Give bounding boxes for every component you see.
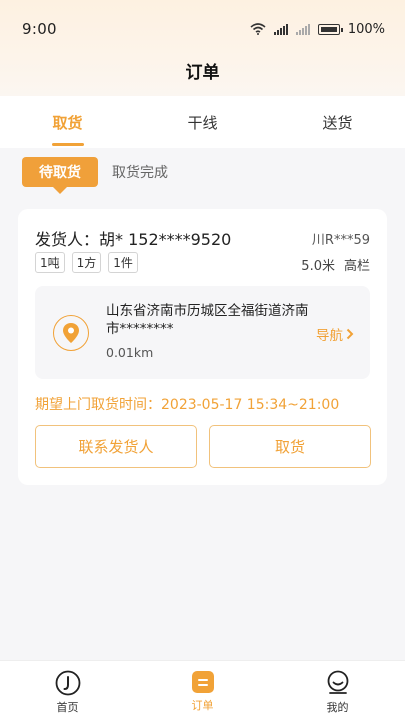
cargo-tags: 1吨 1方 1件 — [35, 252, 138, 273]
battery-icon — [317, 23, 343, 35]
page-title: 订单 — [185, 63, 220, 83]
nav-profile-label: 我的 — [326, 701, 349, 714]
status-bar: 9:00 100% — [0, 0, 405, 58]
wifi-icon — [250, 23, 266, 35]
tab-delivery-label: 送货 — [322, 113, 353, 132]
home-icon — [55, 670, 80, 696]
truck-type: 高栏 — [343, 259, 370, 274]
truck-info: 5.0米 高栏 — [301, 255, 370, 274]
signal-icon-secondary — [295, 23, 310, 35]
truck-length: 5.0米 — [301, 259, 335, 274]
pickup-address: 山东省济南市历城区全福街道济南市******** — [106, 303, 309, 337]
battery-level: 100% — [347, 21, 385, 37]
nav-orders[interactable]: 订单 — [135, 661, 270, 720]
bottom-navigation: 首页 订单 我的 — [0, 660, 405, 720]
navigate-link[interactable]: 导航 — [316, 324, 354, 344]
tab-trunk-line[interactable]: 干线 — [135, 96, 270, 148]
nav-profile[interactable]: 我的 — [270, 661, 405, 720]
pickup-button[interactable]: 取货 — [209, 425, 371, 468]
tag-weight: 1吨 — [35, 252, 65, 273]
chevron-right-icon — [346, 328, 354, 340]
contact-shipper-button[interactable]: 联系发货人 — [35, 425, 197, 468]
main-tabs: 取货 干线 送货 — [0, 96, 405, 148]
tab-trunk-line-label: 干线 — [187, 113, 218, 132]
nav-orders-label: 订单 — [191, 699, 214, 712]
shipper-info: 发货人：胡* 152****9520 — [35, 230, 232, 249]
sub-tab-pickup-complete[interactable]: 取货完成 — [112, 162, 168, 182]
tab-delivery[interactable]: 送货 — [270, 96, 405, 148]
active-tab-indicator — [51, 143, 84, 146]
signal-icon — [273, 23, 288, 35]
sub-tab-pending-pickup[interactable]: 待取货 — [22, 157, 98, 194]
address-box: 山东省济南市历城区全福街道济南市******** 0.01km 导航 — [35, 286, 370, 379]
order-card: 发货人：胡* 152****9520 川R***59 1吨 1方 1件 5.0米… — [18, 209, 387, 485]
status-indicators: 100% — [250, 22, 385, 37]
status-time: 9:00 — [22, 20, 57, 38]
navigate-label: 导航 — [316, 328, 343, 344]
tag-count: 1件 — [108, 252, 138, 273]
expected-pickup-time: 期望上门取货时间：2023-05-17 15:34~21:00 — [35, 397, 340, 413]
tag-volume: 1方 — [71, 252, 102, 273]
distance: 0.01km — [106, 345, 154, 360]
location-pin-icon — [53, 315, 89, 351]
tab-pickup[interactable]: 取货 — [0, 96, 135, 148]
order-icon — [191, 671, 214, 693]
nav-home-label: 首页 — [56, 701, 79, 714]
profile-icon — [327, 670, 348, 694]
license-plate: 川R***59 — [311, 233, 370, 248]
nav-home[interactable]: 首页 — [0, 661, 135, 720]
tab-pickup-label: 取货 — [52, 113, 83, 132]
sub-tabs: 待取货 取货完成 — [22, 157, 168, 194]
